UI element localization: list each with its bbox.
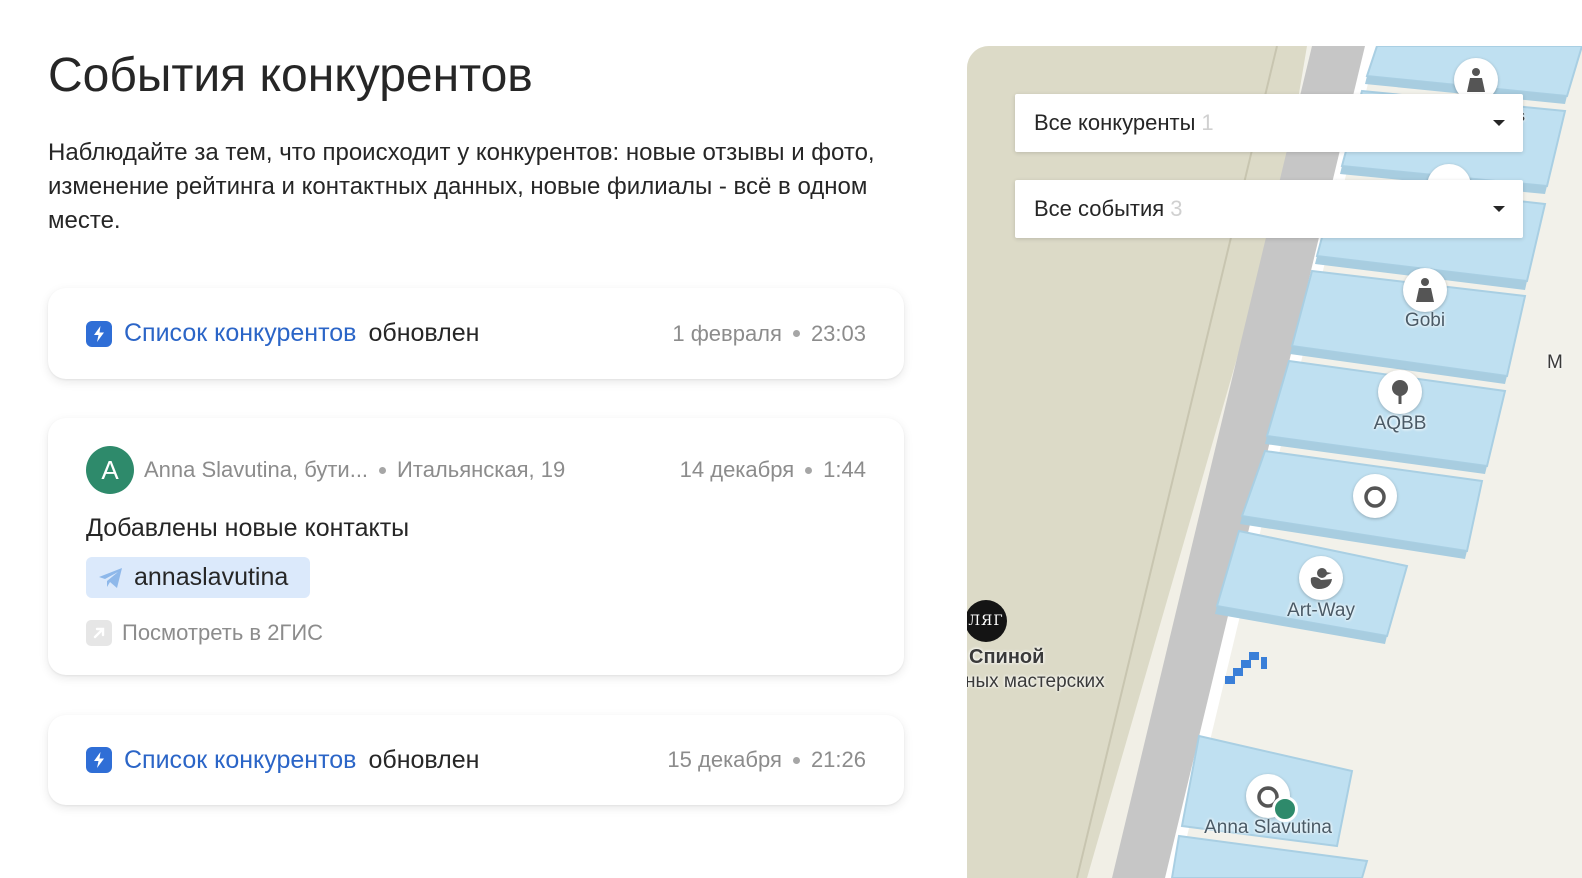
map-poi-ring-icon[interactable] <box>1353 474 1397 518</box>
event-datetime: 14 декабря 1:44 <box>680 457 866 483</box>
event-time: 23:03 <box>810 320 866 346</box>
map-poi-lyag[interactable]: ЛЯГ <box>967 600 1007 642</box>
events-filter-label: Все события <box>1034 196 1165 221</box>
map-label-artway: Art-Way <box>1287 600 1355 621</box>
map-poi-aqbb-icon[interactable] <box>1378 370 1422 414</box>
event-time: 21:26 <box>810 747 866 772</box>
event-datetime: 15 декабря 21:26 <box>667 747 866 773</box>
map-label-spinoy: Спиной <box>969 646 1045 668</box>
contact-chip[interactable]: annaslavutina <box>86 557 310 598</box>
external-link-icon <box>86 620 112 646</box>
event-title: Добавлены новые контакты <box>86 514 410 542</box>
event-card: A Anna Slavutina, бути... Итальянская, 1… <box>48 418 904 675</box>
event-card: Список конкурентов обновлен 1 февраля 23… <box>48 288 904 379</box>
separator-dot <box>792 330 800 337</box>
telegram-icon <box>99 567 122 588</box>
contact-value: annaslavutina <box>134 563 289 591</box>
competitors-filter-dropdown[interactable]: Все конкуренты 1 <box>1015 94 1523 152</box>
event-date: 15 декабря <box>667 747 782 772</box>
page-title: События конкурентов <box>48 49 533 102</box>
events-filter-count: 3 <box>1170 196 1183 221</box>
chevron-down-icon <box>1493 120 1505 126</box>
view-in-2gis-link[interactable]: Посмотреть в 2ГИС <box>86 618 323 648</box>
page-description: Наблюдайте за тем, что происходит у конк… <box>48 139 875 234</box>
competitor-name[interactable]: Anna Slavutina, бути... <box>144 457 368 483</box>
map-poi-gobi-icon[interactable] <box>1403 268 1447 312</box>
lightning-icon <box>86 320 112 347</box>
competitors-list-link[interactable]: Список конкурентов <box>124 746 356 775</box>
map-label-edge-m: M <box>1547 352 1563 373</box>
competitors-filter-count: 1 <box>1201 110 1214 135</box>
competitor-address: Итальянская, 19 <box>397 457 566 482</box>
separator-dot <box>805 466 813 474</box>
event-time: 1:44 <box>823 457 866 482</box>
map[interactable]: Gobi AQBB Art-Way Anna Slavutina ЛЯГ Спи… <box>967 46 1582 878</box>
view-in-2gis-label: Посмотреть в 2ГИС <box>122 620 324 645</box>
map-poi-artway-icon[interactable] <box>1299 556 1343 600</box>
map-label-gobi: Gobi <box>1404 310 1446 331</box>
chevron-down-icon <box>1493 206 1505 212</box>
map-label-aqbb: AQBB <box>1373 413 1427 434</box>
separator-dot <box>792 756 800 764</box>
event-date: 1 февраля <box>672 320 782 346</box>
competitors-filter-label: Все конкуренты <box>1034 110 1196 135</box>
event-datetime: 1 февраля 23:03 <box>672 321 866 347</box>
page: События конкурентов Наблюдайте за тем, ч… <box>0 0 1582 878</box>
map-background <box>967 46 1582 878</box>
event-date: 14 декабря <box>679 457 795 482</box>
avatar: A <box>86 446 134 494</box>
map-label-anna: Anna Slavutina <box>1204 817 1332 838</box>
competitors-list-link[interactable]: Список конкурентов <box>124 319 356 348</box>
separator-dot <box>379 466 387 474</box>
event-suffix: обновлен <box>368 745 480 774</box>
event-suffix: обновлен <box>368 319 480 347</box>
events-filter-dropdown[interactable]: Все события 3 <box>1015 180 1523 238</box>
lightning-icon <box>86 747 112 773</box>
map-label-masters: ных мастерских <box>967 671 1105 692</box>
event-card: Список конкурентов обновлен 15 декабря 2… <box>48 715 904 805</box>
